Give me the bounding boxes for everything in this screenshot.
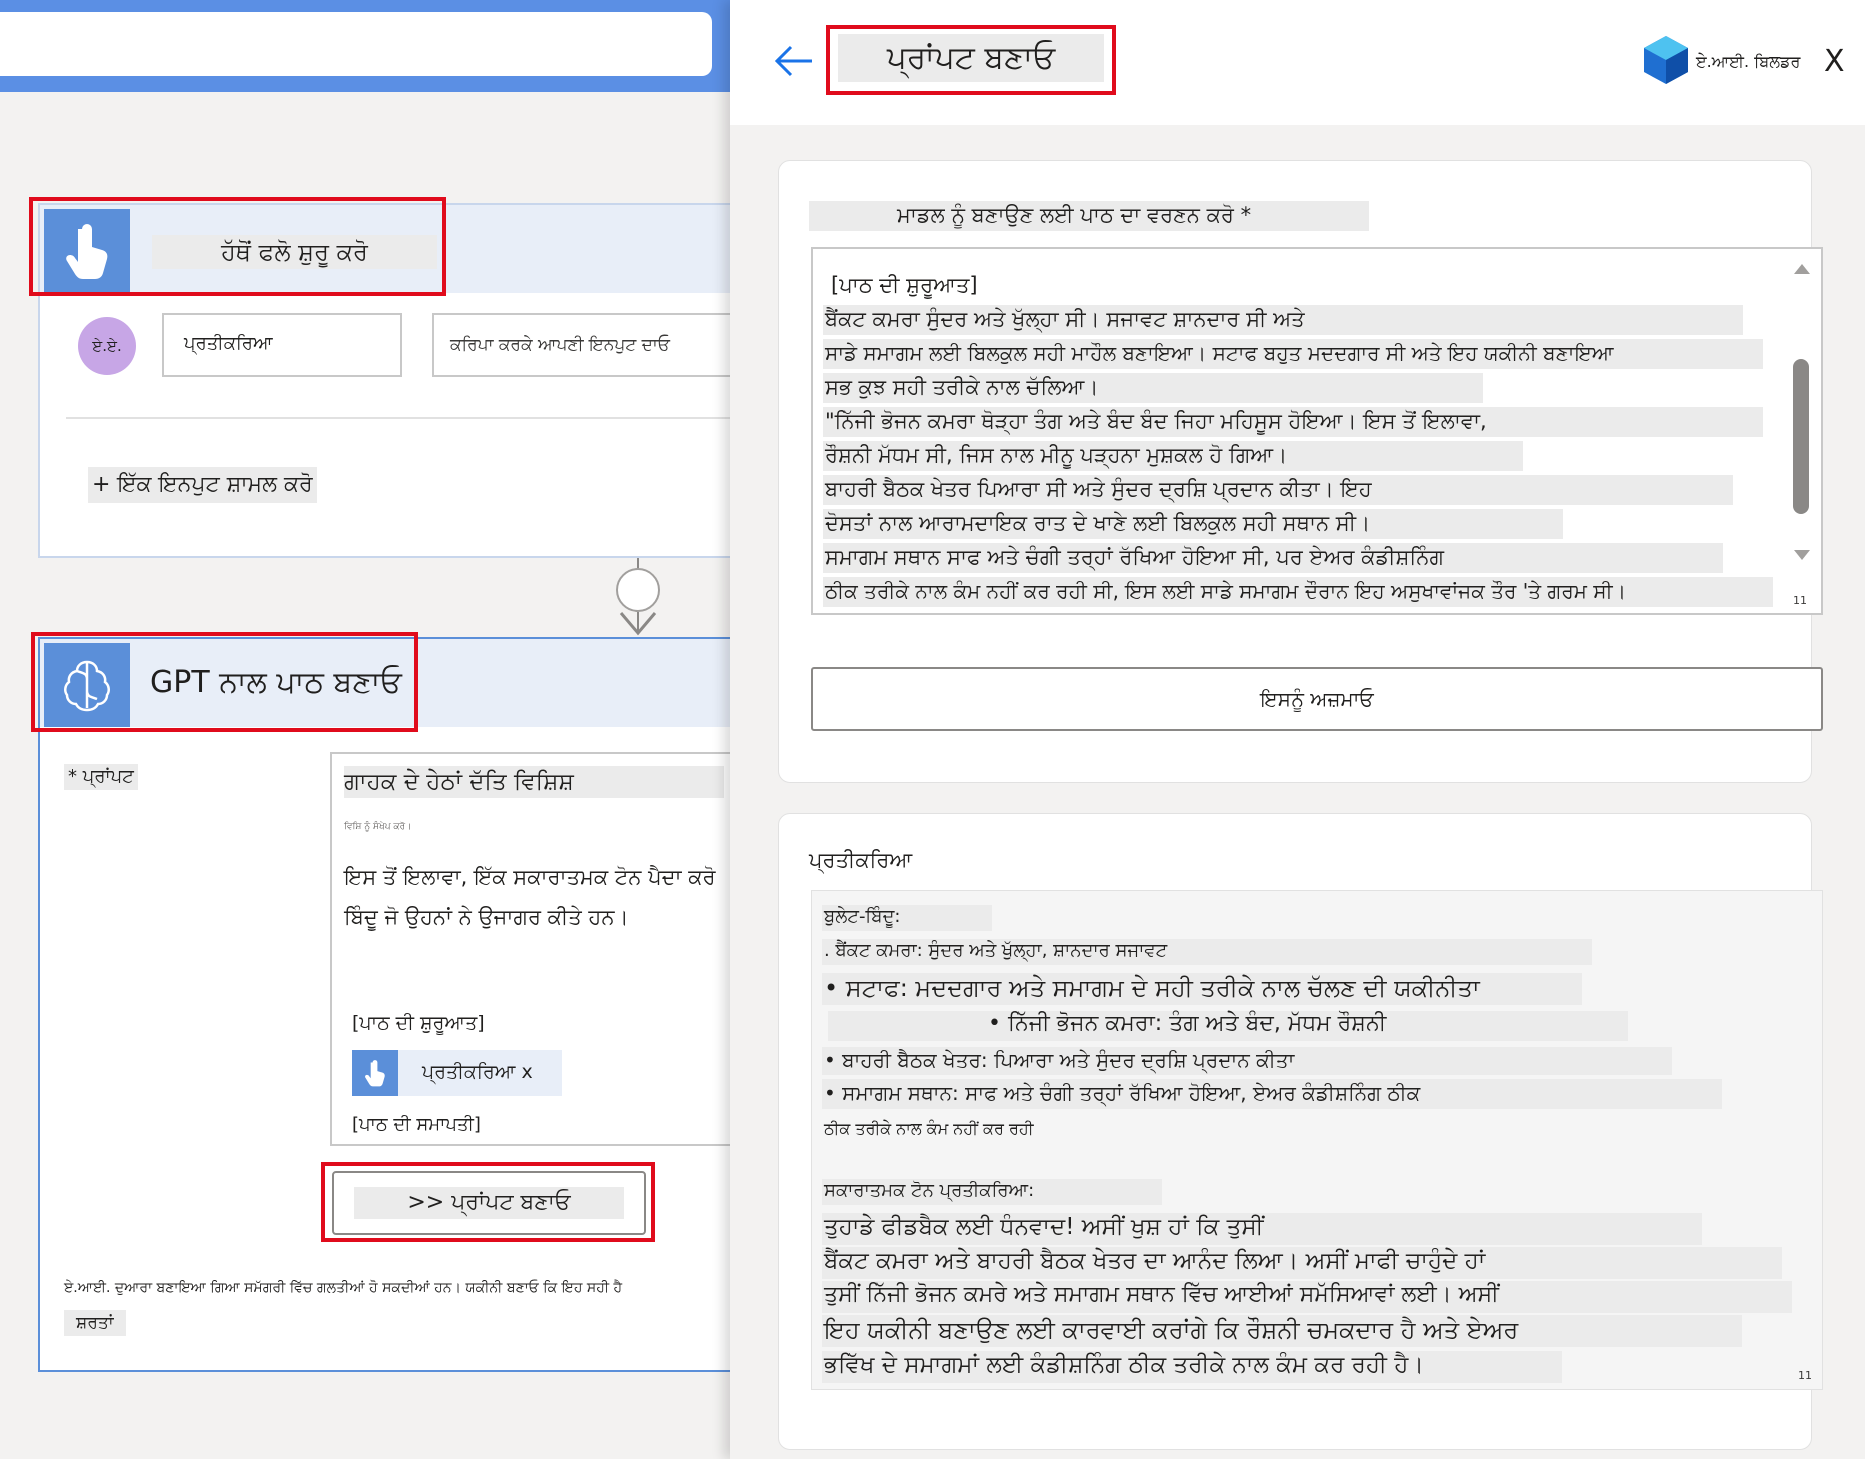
- bullet-item: • ਨਿੱਜੀ ਭੋਜਨ ਕਮਰਾ: ਤੰਗ ਅਤੇ ਬੰਦ, ਮੱਧਮ ਰੌਸ…: [988, 1011, 1387, 1036]
- describe-textarea[interactable]: [ਪਾਠ ਦੀ ਸ਼ੁਰੂਆਤ] ਬੈਂਕਟ ਕਮਰਾ ਸੁੰਦਰ ਅਤੇ ਖੁ…: [811, 247, 1823, 615]
- brand-name: ਏ.ਆਈ. ਬਿਲਡਰ: [1696, 52, 1801, 71]
- input-line: [ਪਾਠ ਦੀ ਸ਼ੁਰੂਆਤ]: [831, 273, 978, 297]
- add-input-link[interactable]: + ਇੱਕ ਇਨਪੁਟ ਸ਼ਾਮਲ ਕਰੋ: [88, 467, 317, 503]
- text-start-marker: [ਪਾਠ ਦੀ ਸ਼ੁਰੂਆਤ]: [352, 1012, 485, 1034]
- input-line: ਬਾਹਰੀ ਬੈਠਕ ਖੇਤਰ ਪਿਆਰਾ ਸੀ ਅਤੇ ਸੁੰਦਰ ਦ੍ਰਸ਼…: [825, 477, 1372, 501]
- terms-link[interactable]: ਸ਼ਰਤਾਂ: [64, 1310, 126, 1336]
- prompt-line-1: ਗਾਹਕ ਦੇ ਹੇਠਾਂ ਦੱਤਿ ਵਿਸ਼ਿਸ਼: [344, 766, 724, 798]
- gpt-highlight: [31, 632, 418, 732]
- response-output: ਬੁਲੇਟ-ਬਿੰਦੂ: . ਬੈਂਕਟ ਕਮਰਾ: ਸੁੰਦਰ ਅਤੇ ਖੁੱ…: [811, 890, 1823, 1390]
- scroll-down-icon[interactable]: [1793, 549, 1811, 561]
- chevron-down-icon: [619, 612, 657, 636]
- positive-line: ਤੁਹਾਡੇ ਫੀਡਬੈਕ ਲਈ ਧੰਨਵਾਦ! ਅਸੀਂ ਖੁਸ਼ ਹਾਂ ਕ…: [824, 1214, 1264, 1240]
- describe-label: ਮਾਡਲ ਨੂੰ ਬਣਾਉਣ ਲਈ ਪਾਠ ਦਾ ਵਰਣਨ ਕਰੋ *: [897, 203, 1252, 227]
- divider: [66, 417, 730, 419]
- flow-canvas: ਹੱਥੋਂ ਫਲੋ ਸ਼ੁਰੂ ਕਰੋ ਏ.ਏ. ਪ੍ਰਤੀਕਰਿਆ ਕਰਿਪਾ…: [0, 0, 730, 1459]
- prompt-editor[interactable]: ਗਾਹਕ ਦੇ ਹੇਠਾਂ ਦੱਤਿ ਵਿਸ਼ਿਸ਼ ਵਿਸ਼ਿ ਨੂੰ ਸੰਖ…: [330, 752, 730, 1146]
- bullet-item: . ਬੈਂਕਟ ਕਮਰਾ: ਸੁੰਦਰ ਅਤੇ ਖੁੱਲ੍ਹਾ, ਸ਼ਾਨਦਾਰ…: [824, 940, 1168, 961]
- ai-disclaimer: ਏ.ਆਈ. ਦੁਆਰਾ ਬਣਾਇਆ ਗਿਆ ਸਮੱਗਰੀ ਵਿੱਚ ਗਲਤੀਆਂ…: [64, 1280, 623, 1296]
- insert-step-button[interactable]: [616, 568, 660, 612]
- describe-section: ਮਾਡਲ ਨੂੰ ਬਣਾਉਣ ਲਈ ਪਾਠ ਦਾ ਵਰਣਨ ਕਰੋ * [ਪਾਠ…: [778, 160, 1823, 783]
- avatar: ਏ.ਏ.: [78, 317, 136, 375]
- input-line: ਠੀਕ ਤਰੀਕੇ ਨਾਲ ਕੰਮ ਨਹੀਂ ਕਰ ਰਹੀ ਸੀ, ਇਸ ਲਈ …: [825, 579, 1627, 603]
- scrollbar-thumb[interactable]: [1793, 359, 1809, 514]
- scrollbar[interactable]: 11: [1781, 249, 1821, 613]
- input-line: ਸਭ ਕੁਝ ਸਹੀ ਤਰੀਕੇ ਨਾਲ ਚੱਲਿਆ।: [825, 375, 1099, 399]
- touch-icon: [352, 1050, 398, 1096]
- input-name-value: ਪ੍ਰਤੀਕਰਿਆ: [184, 333, 273, 354]
- positive-line: ਇਹ ਯਕੀਨੀ ਬਣਾਉਣ ਲਈ ਕਾਰਵਾਈ ਕਰਾਂਗੇ ਕਿ ਰੌਸ਼ਨ…: [824, 1316, 1519, 1344]
- try-it-label: ਇਸਨੂੰ ਅਜ਼ਮਾਓ: [1260, 687, 1374, 711]
- prompt-line-2: ਇਸ ਤੋਂ ਇਲਾਵਾ, ਇੱਕ ਸਕਾਰਾਤਮਕ ਟੋਨ ਪੈਦਾ ਕਰੋ: [344, 865, 716, 889]
- create-prompt-panel: ਪ੍ਰਾਂਪਟ ਬਣਾਓ ਏ.ਆਈ. ਬਿਲਡਰ X ਮਾਡਲ ਨੂੰ ਬਣਾਉ…: [730, 0, 1865, 1459]
- input-line: ਰੌਸ਼ਨੀ ਮੱਧਮ ਸੀ, ਜਿਸ ਨਾਲ ਮੀਨੂ ਪੜ੍ਹਨਾ ਮੁਸ਼…: [825, 443, 1288, 467]
- text-end-marker: [ਪਾਠ ਦੀ ਸਮਾਪਤੀ]: [352, 1114, 481, 1135]
- prompt-hint: ਵਿਸ਼ਿ ਨੂੰ ਸੰਖੇਪ ਕਰੋ।: [344, 822, 412, 832]
- bullet-item: • ਸਮਾਗਮ ਸਥਾਨ: ਸਾਫ ਅਤੇ ਚੰਗੀ ਤਰ੍ਹਾਂ ਰੱਖਿਆ …: [824, 1081, 1421, 1105]
- back-arrow-icon[interactable]: [774, 44, 814, 78]
- input-placeholder-field[interactable]: ਕਰਿਪਾ ਕਰਕੇ ਆਪਣੀ ਇਨਪੁਟ ਦਾਓ: [432, 313, 730, 377]
- input-line: ਬੈਂਕਟ ਕਮਰਾ ਸੁੰਦਰ ਅਤੇ ਖੁੱਲ੍ਹਾ ਸੀ। ਸਜਾਵਟ ਸ…: [825, 307, 1305, 331]
- input-placeholder-text: ਕਰਿਪਾ ਕਰਕੇ ਆਪਣੀ ਇਨਪੁਟ ਦਾਓ: [450, 335, 670, 355]
- close-button[interactable]: X: [1824, 44, 1845, 79]
- input-line: ਦੋਸਤਾਂ ਨਾਲ ਆਰਾਮਦਾਇਕ ਰਾਤ ਦੇ ਖਾਣੇ ਲਈ ਬਿਲਕੁ…: [825, 511, 1371, 535]
- positive-heading: ਸਕਾਰਾਤਮਕ ਟੋਨ ਪ੍ਰਤੀਕਰਿਆ:: [824, 1180, 1035, 1201]
- response-label: ਪ੍ਰਤੀਕਰਿਆ: [809, 848, 913, 872]
- response-section: ਪ੍ਰਤੀਕਰਿਆ ਬੁਲੇਟ-ਬਿੰਦੂ: . ਬੈਂਕਟ ਕਮਰਾ: ਸੁੰ…: [778, 813, 1823, 1450]
- input-line: ਸਮਾਗਮ ਸਥਾਨ ਸਾਫ ਅਤੇ ਚੰਗੀ ਤਰ੍ਹਾਂ ਰੱਖਿਆ ਹੋਇ…: [825, 545, 1445, 569]
- panel-title-highlight: [826, 25, 1116, 95]
- response-token[interactable]: ਪ੍ਰਤੀਕਰਿਆ x: [352, 1050, 562, 1096]
- input-line: ਸਾਡੇ ਸਮਾਗਮ ਲਈ ਬਿਲਕੁਲ ਸਹੀ ਮਾਹੌਲ ਬਣਾਇਆ। ਸਟ…: [825, 341, 1614, 365]
- trigger-highlight: [29, 197, 446, 296]
- bullet-item: • ਬਾਹਰੀ ਬੈਠਕ ਖੇਤਰ: ਪਿਆਰਾ ਅਤੇ ਸੁੰਦਰ ਦ੍ਰਸ਼…: [824, 1048, 1295, 1072]
- bullet-item: • ਸਟਾਫ: ਮਦਦਗਾਰ ਅਤੇ ਸਮਾਗਮ ਦੇ ਸਹੀ ਤਰੀਕੇ ਨਾ…: [824, 974, 1480, 1002]
- create-button-highlight: [321, 1162, 655, 1242]
- positive-line: ਭਵਿੱਖ ਦੇ ਸਮਾਗਮਾਂ ਲਈ ਕੰਡੀਸ਼ਨਿੰਗ ਠੀਕ ਤਰੀਕੇ…: [824, 1352, 1424, 1378]
- prompt-label: * ਪ੍ਰਾਂਪਟ: [64, 764, 138, 790]
- input-name-field[interactable]: ਪ੍ਰਤੀਕਰਿਆ: [162, 313, 402, 377]
- flow-search-bar[interactable]: [0, 12, 712, 76]
- scroll-up-icon[interactable]: [1793, 263, 1811, 275]
- ai-builder-logo-icon: [1644, 36, 1688, 84]
- gpt-card[interactable]: GPT ਨਾਲ ਪਾਠ ਬਣਾਓ * ਪ੍ਰਾਂਪਟ ਗਾਹਕ ਦੇ ਹੇਠਾਂ…: [38, 637, 730, 1372]
- bullet-item: ਠੀਕ ਤਰੀਕੇ ਨਾਲ ਕੰਮ ਨਹੀਂ ਕਰ ਰਹੀ: [824, 1119, 1034, 1138]
- bullets-heading: ਬੁਲੇਟ-ਬਿੰਦੂ:: [824, 906, 901, 927]
- positive-line: ਤੁਸੀਂ ਨਿੱਜੀ ਭੋਜਨ ਕਮਰੇ ਅਤੇ ਸਮਾਗਮ ਸਥਾਨ ਵਿੱ…: [824, 1282, 1499, 1307]
- token-label: ਪ੍ਰਤੀਕਰਿਆ x: [422, 1061, 533, 1083]
- try-it-button[interactable]: ਇਸਨੂੰ ਅਜ਼ਮਾਓ: [811, 667, 1823, 731]
- char-counter: 11: [1793, 594, 1807, 607]
- response-counter: 11: [1798, 1369, 1812, 1382]
- positive-line: ਬੈਂਕਟ ਕਮਰਾ ਅਤੇ ਬਾਹਰੀ ਬੈਠਕ ਖੇਤਰ ਦਾ ਆਨੰਦ ਲ…: [824, 1248, 1486, 1274]
- input-line: "ਨਿੱਜੀ ਭੋਜਨ ਕਮਰਾ ਥੋੜ੍ਹਾ ਤੰਗ ਅਤੇ ਬੰਦ ਬੰਦ …: [825, 409, 1487, 433]
- prompt-line-3: ਬਿੰਦੂ ਜੋ ਉਹਨਾਂ ਨੇ ਉਜਾਗਰ ਕੀਤੇ ਹਨ।: [344, 905, 629, 929]
